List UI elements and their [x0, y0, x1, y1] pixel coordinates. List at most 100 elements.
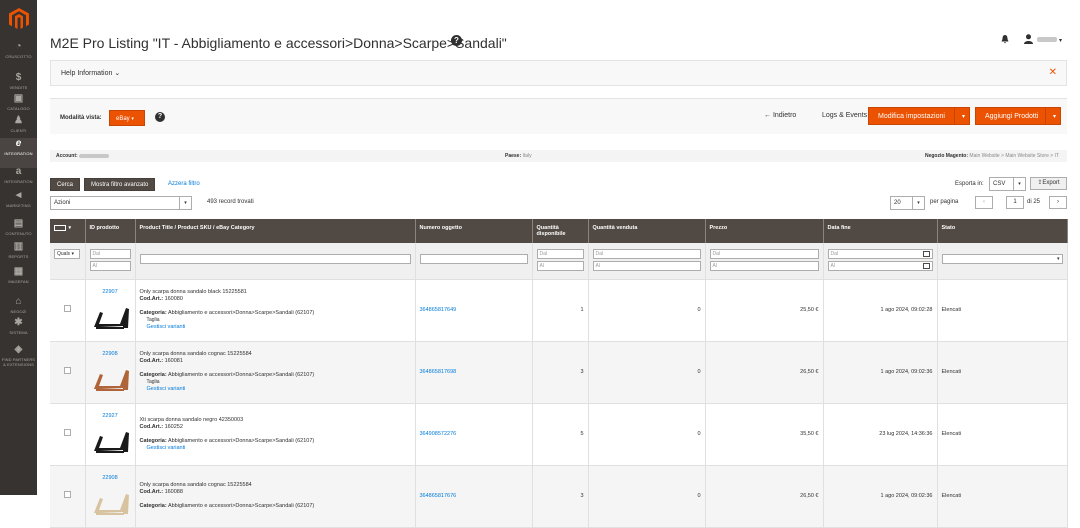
title-filter[interactable] — [139, 254, 411, 264]
user-icon[interactable] — [1024, 34, 1033, 44]
product-title: Only scarpa donna sandalo cognac 1522558… — [139, 351, 252, 357]
qty-available: 3 — [532, 341, 589, 404]
column-header-price[interactable]: Prezzo — [705, 219, 824, 243]
bell-icon[interactable] — [1001, 35, 1009, 44]
page-number-input[interactable]: 1 — [1006, 196, 1024, 209]
advanced-filter-button[interactable]: Mostra filtro avanzato — [84, 178, 156, 191]
item-number-link[interactable]: 364908572276 — [420, 431, 457, 437]
help-information-bar[interactable]: Help Information ⌄ ✕ — [50, 60, 1067, 86]
row-checkbox[interactable] — [63, 367, 71, 374]
price-from-filter[interactable]: Dal — [709, 249, 819, 259]
item-number-link[interactable]: 364865817698 — [420, 369, 457, 375]
column-header-status[interactable]: Stato — [937, 219, 1068, 243]
chevron-down-icon: ▾ — [1056, 256, 1060, 262]
item-number-link[interactable]: 364865817649 — [420, 307, 457, 313]
manage-variations-link[interactable]: Gestisci varianti — [140, 445, 411, 452]
next-page-button[interactable]: › — [1049, 196, 1067, 209]
manage-variations-link[interactable]: Gestisci varianti — [140, 386, 411, 393]
bar-chart-icon: ▥ — [13, 241, 24, 252]
column-header-item-number[interactable]: Numero oggetto — [415, 219, 533, 243]
qty-available-to-filter[interactable]: Al — [536, 261, 584, 271]
help-information-label[interactable]: Help Information ⌄ — [61, 69, 120, 77]
qty-sold-from-filter[interactable]: Dal — [592, 249, 701, 259]
column-header-title[interactable]: Product Title / Product SKU / eBay Categ… — [135, 219, 416, 243]
id-to-filter[interactable]: Al — [89, 261, 131, 271]
qty-sold-to-filter[interactable]: Al — [592, 261, 701, 271]
id-from-filter[interactable]: Dal — [89, 249, 131, 259]
chevron-down-icon[interactable]: ▾ — [1059, 37, 1062, 44]
ebay-icon: e — [15, 138, 22, 149]
date-from-filter[interactable]: Dal — [827, 249, 933, 259]
chevron-down-icon: ▾ — [1013, 178, 1025, 190]
row-checkbox[interactable] — [63, 305, 71, 312]
manage-variations-link[interactable]: Gestisci varianti — [140, 324, 411, 331]
back-button[interactable]: ← Indietro — [764, 112, 796, 119]
mass-select-header[interactable]: ▾ — [50, 219, 86, 243]
column-header-end-date[interactable]: Data fine — [823, 219, 938, 243]
person-icon: ♟ — [14, 115, 23, 126]
sidebar-item-label: NEGOZI — [10, 309, 27, 314]
chevron-down-icon: ▾ — [1052, 114, 1056, 120]
product-category: Categoria: Abbigliamento e accessori>Don… — [139, 437, 315, 444]
sidebar-item-magefan[interactable]: ▦ MAGEFAN — [0, 266, 37, 296]
product-title: Xti scarpa donna sandalo negro 42350003 — [139, 416, 244, 423]
user-name-redacted[interactable] — [1037, 37, 1057, 42]
row-checkbox[interactable] — [63, 429, 71, 436]
total-pages: di 25 — [1027, 199, 1041, 205]
search-button[interactable]: Cerca — [50, 178, 81, 191]
help-icon[interactable]: ? — [155, 112, 165, 122]
per-page-select[interactable]: 20 ▾ — [890, 196, 925, 210]
product-category: Categoria: Abbigliamento e accessori>Don… — [139, 310, 315, 316]
store-info: Negozio Magento: Main Website > Main Web… — [924, 153, 1059, 159]
view-mode-dropdown[interactable]: eBay ▾ — [109, 110, 145, 126]
export-button[interactable]: ⇪Export — [1030, 177, 1067, 190]
table-row[interactable]: 22908 Only scarpa donna sandalo cognac 1… — [50, 465, 1068, 528]
product-category: Categoria: Abbigliamento e accessori>Don… — [139, 372, 315, 378]
item-number-link[interactable]: 364865817676 — [420, 493, 457, 499]
box-icon: ▣ — [13, 93, 24, 104]
qty-available-from-filter[interactable]: Dal — [536, 249, 584, 259]
magento-logo-icon[interactable] — [9, 8, 29, 30]
sidebar-item-integration[interactable]: e INTEGRATION — [0, 138, 37, 168]
chevron-down-icon: ▾ — [179, 197, 191, 209]
logs-events-button[interactable]: Logs & Events — [822, 112, 867, 119]
status-filter-select[interactable]: ▾ — [941, 254, 1063, 264]
any-filter-select[interactable]: Quals ▾ — [54, 249, 80, 259]
product-id-link[interactable]: 22908 — [90, 475, 131, 482]
edit-settings-button[interactable]: Modifica impostazioni ▾ — [868, 107, 970, 125]
sidebar-item-sistema[interactable]: ✱ SISTEMA — [0, 317, 37, 347]
item-number-filter[interactable] — [419, 254, 528, 264]
table-row[interactable]: 22908 Only scarpa donna sandalo cognac 1… — [50, 341, 1068, 404]
add-products-button[interactable]: Aggiungi Prodotti ▾ — [975, 107, 1061, 125]
calendar-icon[interactable] — [922, 251, 930, 257]
chevron-down-icon: ⌄ — [114, 70, 121, 77]
column-header-qty-available[interactable]: Quantità disponibile — [532, 219, 589, 243]
product-thumbnail — [93, 431, 129, 453]
sidebar-item-find-partners-extensions[interactable]: ◈ FIND PARTNERS & EXTENSIONS — [0, 344, 37, 374]
account-name-redacted — [79, 153, 110, 158]
product-id-link[interactable]: 22908 — [90, 351, 131, 358]
column-header-product-id[interactable]: ID prodotto — [85, 219, 136, 243]
grid-filter-row: Quals ▾ Dal Al Dal Al Dal Al Dal Al Dal Al ▾ — [50, 243, 1068, 280]
close-icon[interactable]: ✕ — [1049, 67, 1057, 78]
table-row[interactable]: 22927 Xti scarpa donna sandalo negro 423… — [50, 403, 1068, 466]
table-row[interactable]: 22907 Only scarpa donna sandalo black 15… — [50, 279, 1068, 342]
date-to-filter[interactable]: Al — [827, 261, 933, 271]
price: 35,50 € — [705, 403, 824, 466]
product-id-link[interactable]: 22907 — [90, 289, 131, 296]
reset-filter-link[interactable]: Azzera filtro — [168, 181, 200, 187]
help-icon[interactable]: ? — [451, 35, 462, 46]
product-id-link[interactable]: 22927 — [90, 413, 131, 420]
prev-page-button[interactable]: ‹ — [975, 196, 993, 209]
sidebar-item-cruscotto[interactable]: ◔ CRUSCOTTO — [0, 41, 37, 71]
mass-actions-select[interactable]: Azioni ▾ — [50, 196, 192, 210]
mass-select-icon[interactable]: ▾ — [54, 225, 71, 231]
sidebar-item-label: INTEGRATION — [4, 179, 33, 184]
sidebar-item-marketing[interactable]: ◄ MARKETING — [0, 190, 37, 220]
column-header-qty-sold[interactable]: Quantità venduta — [588, 219, 706, 243]
export-format-select[interactable]: CSV ▾ — [989, 177, 1026, 191]
price-to-filter[interactable]: Al — [709, 261, 819, 271]
magefan-icon: ▦ — [13, 266, 24, 277]
calendar-icon[interactable] — [922, 263, 930, 269]
status-badge: Elencati — [937, 279, 1068, 342]
